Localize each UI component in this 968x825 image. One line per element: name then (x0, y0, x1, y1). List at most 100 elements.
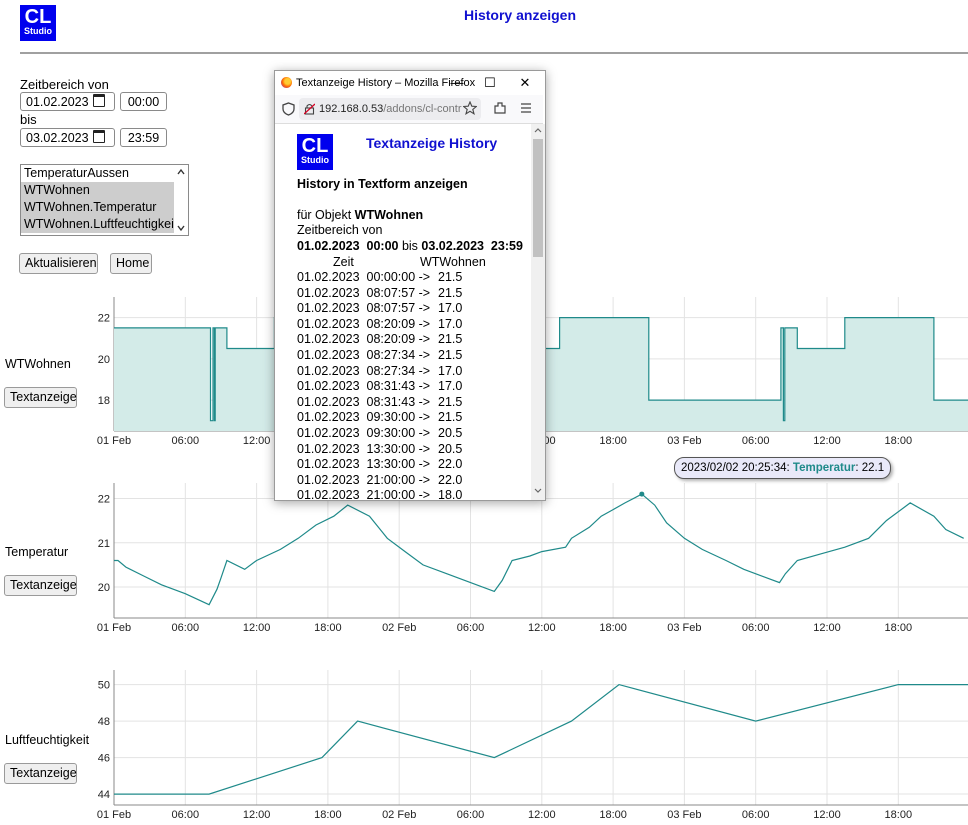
x-tick-label: 03 Feb (667, 622, 701, 634)
history-row-time: 01.02.2023 08:31:43 -> (297, 394, 431, 409)
popup-subtitle: History in Textform anzeigen (297, 177, 468, 191)
history-row-time: 01.02.2023 13:30:00 -> (297, 457, 431, 472)
series-line (114, 493, 964, 606)
x-tick-label: 06:00 (172, 809, 200, 821)
y-tick-label: 48 (98, 716, 110, 728)
close-icon[interactable]: ✕ (507, 71, 543, 95)
object-name: WTWohnen (354, 208, 424, 222)
y-tick-label: 22 (98, 313, 110, 325)
object-prefix: für Objekt (297, 208, 355, 222)
tooltip-time: 2023/02/02 20:25:34: (681, 462, 790, 474)
history-row-value: 22.0 (438, 457, 463, 472)
history-row-time: 01.02.2023 21:00:00 -> (297, 488, 431, 500)
popup-scrollbar-thumb[interactable] (533, 139, 543, 257)
y-tick-label: 44 (98, 789, 110, 801)
popup-range-label: Zeitbereich von (297, 223, 383, 237)
x-tick-label: 18:00 (885, 435, 913, 447)
history-row-value: 20.5 (438, 426, 463, 440)
x-tick-label: 12:00 (243, 809, 271, 821)
popup-cl-studio-logo: CL Studio (297, 134, 333, 170)
minimize-icon[interactable]: — (439, 71, 475, 95)
x-tick-label: 03 Feb (667, 435, 701, 447)
history-row-value: 21.5 (438, 410, 463, 425)
x-tick-label: 02 Feb (382, 809, 416, 821)
menu-icon[interactable] (520, 103, 532, 113)
shield-icon[interactable] (282, 102, 295, 116)
address-bar[interactable]: 192.168.0.53/addons/cl-contr (275, 95, 543, 124)
firefox-icon (281, 77, 292, 88)
y-tick-label: 21 (98, 538, 110, 550)
history-row-time: 01.02.2023 08:07:57 -> (297, 301, 431, 316)
popup-content: CL Studio Textanzeige History History in… (275, 124, 529, 500)
history-row-value: 21.5 (438, 285, 463, 300)
x-tick-label: 18:00 (599, 435, 627, 447)
url-field[interactable]: 192.168.0.53/addons/cl-contr (299, 98, 481, 120)
x-tick-label: 06:00 (172, 435, 200, 447)
y-tick-label: 50 (98, 680, 110, 692)
tooltip-value: : 22.1 (855, 462, 885, 474)
x-tick-label: 12:00 (813, 809, 841, 821)
x-tick-label: 18:00 (314, 809, 342, 821)
x-tick-label: 18:00 (885, 809, 913, 821)
history-row-value: 17.0 (438, 316, 463, 331)
history-row-time: 01.02.2023 00:00:00 -> (297, 270, 431, 284)
history-row-time: 01.02.2023 08:27:34 -> (297, 348, 431, 362)
y-tick-label: 20 (98, 582, 110, 594)
column-header-time: Zeit (333, 255, 354, 269)
history-row-value: 22.0 (438, 472, 463, 487)
x-tick-label: 06:00 (457, 809, 485, 821)
bookmark-star-icon[interactable] (463, 101, 477, 115)
x-tick-label: 18:00 (885, 622, 913, 634)
history-row-value: 21.5 (438, 332, 463, 347)
range-mid: bis (398, 239, 422, 253)
scroll-down-icon[interactable] (534, 488, 542, 494)
x-tick-label: 12:00 (813, 622, 841, 634)
y-tick-label: 18 (98, 395, 110, 407)
x-tick-label: 01 Feb (97, 809, 131, 821)
x-tick-label: 01 Feb (97, 435, 131, 447)
x-tick-label: 12:00 (528, 809, 556, 821)
y-tick-label: 46 (98, 753, 110, 765)
history-row-time: 01.02.2023 08:07:57 -> (297, 285, 431, 300)
x-tick-label: 06:00 (172, 622, 200, 634)
x-tick-label: 06:00 (742, 435, 770, 447)
scroll-up-icon[interactable] (534, 127, 542, 133)
x-tick-label: 03 Feb (667, 809, 701, 821)
history-row-value: 17.0 (438, 379, 463, 394)
x-tick-label: 06:00 (457, 622, 485, 634)
series-line (114, 683, 968, 795)
column-header-value: WTWohnen (420, 255, 486, 269)
history-row-value: 18.0 (438, 488, 463, 500)
x-tick-label: 18:00 (599, 622, 627, 634)
popup-range-line: 01.02.2023 00:00 bis 03.02.2023 23:59 (297, 239, 523, 253)
range-to: 03.02.2023 23:59 (421, 239, 523, 253)
history-row-value: 20.5 (438, 441, 463, 456)
history-row-value: 17.0 (438, 363, 463, 378)
x-tick-label: 06:00 (742, 809, 770, 821)
y-tick-label: 20 (98, 354, 110, 366)
maximize-icon[interactable]: ☐ (472, 71, 508, 95)
y-tick-label: 22 (98, 493, 110, 505)
history-row-time: 01.02.2023 09:30:00 -> (297, 426, 431, 440)
history-row-time: 01.02.2023 21:00:00 -> (297, 472, 431, 487)
url-path: /addons/cl-contr (383, 103, 462, 115)
popup-titlebar[interactable]: Textanzeige History – Mozilla Firefox — … (275, 71, 545, 95)
x-tick-label: 02 Feb (382, 622, 416, 634)
history-row-time: 01.02.2023 08:31:43 -> (297, 379, 431, 394)
history-row-value: 21.5 (438, 270, 463, 284)
x-tick-label: 12:00 (813, 435, 841, 447)
x-tick-label: 12:00 (528, 622, 556, 634)
range-from: 01.02.2023 00:00 (297, 239, 399, 253)
history-row-time: 01.02.2023 08:27:34 -> (297, 363, 431, 378)
highlight-point (639, 491, 645, 497)
x-tick-label: 12:00 (243, 622, 271, 634)
lock-warning-icon (304, 103, 315, 115)
history-row-value: 17.0 (438, 301, 463, 316)
history-row-value: 21.5 (438, 394, 463, 409)
popup-logo-text: CL (301, 135, 329, 157)
text-history-popup-window[interactable]: Textanzeige History – Mozilla Firefox — … (274, 70, 546, 501)
extensions-icon[interactable] (493, 101, 507, 115)
history-row-time: 01.02.2023 08:20:09 -> (297, 332, 431, 347)
x-tick-label: 01 Feb (97, 622, 131, 634)
popup-object-line: für Objekt WTWohnen (297, 208, 423, 222)
